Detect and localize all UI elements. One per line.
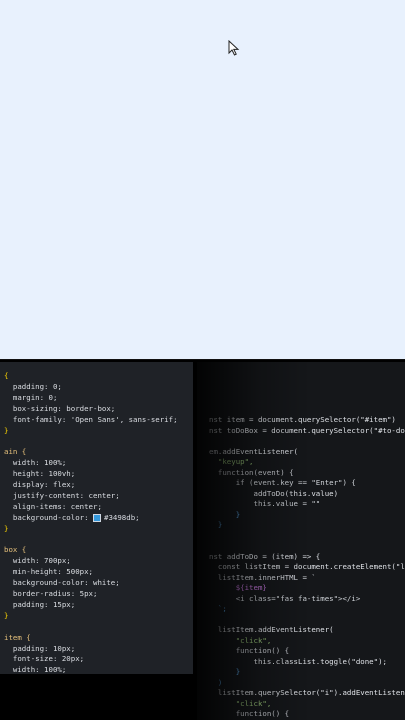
css-code-line: padding: 10px; [4, 644, 75, 654]
css-declaration: width: 100%; [4, 458, 67, 468]
css-selector: } [4, 523, 9, 533]
js-code-line: } [209, 509, 241, 519]
css-code-line: display: flex; [4, 480, 75, 490]
browser-preview-area[interactable] [0, 0, 405, 360]
css-code-line: { [4, 371, 8, 381]
css-declaration: padding: 0; [4, 381, 62, 391]
js-code-line: } [209, 667, 241, 676]
css-code-line: font-size: 20px; [4, 654, 84, 664]
js-code-line: this.value = "" [209, 499, 321, 508]
css-editor-panel[interactable]: { padding: 0; margin: 0; box-sizing: bor… [0, 362, 193, 674]
css-declaration: border-radius: 5px; [4, 589, 98, 598]
css-color-value: #3498db; [104, 512, 140, 522]
css-declaration: padding: 15px; [4, 599, 76, 609]
css-declaration: font-family: 'Open Sans', sans-serif; [4, 414, 178, 424]
css-code-line: padding: 15px; [4, 600, 75, 610]
js-code-line: } [209, 520, 223, 529]
css-selector: } [4, 610, 9, 620]
js-code-line: nst addToDo = (item) => { [209, 551, 321, 561]
css-declaration: width: 100%; [4, 665, 67, 674]
css-code-line: } [4, 524, 8, 534]
js-code-line: "keyup", [209, 457, 254, 466]
css-declaration: min-height: 500px; [4, 567, 93, 577]
js-code-line: nst item = document.querySelector("#item… [209, 415, 396, 424]
js-code-line: em.addEventListener( [209, 446, 298, 456]
js-code-line: function() { [209, 709, 290, 718]
css-declaration: background-color: [4, 512, 93, 522]
css-declaration: font-size: 20px; [4, 654, 85, 664]
js-code-line: listItem.addEventListener( [209, 625, 334, 634]
css-code-line: background-color: #3498db; [4, 513, 140, 523]
css-code-line: height: 100vh; [4, 469, 75, 479]
css-selector: { [4, 371, 9, 380]
js-code-line: function() { [209, 646, 290, 655]
js-code-line: listItem.querySelector("i").addEventList… [209, 688, 405, 697]
js-code-line: "click", [209, 698, 272, 708]
css-code-line: ain { [4, 447, 26, 457]
js-code-line: ) [209, 677, 223, 687]
css-code-line: width: 100%; [4, 665, 66, 674]
css-code-line: width: 100%; [4, 458, 66, 468]
css-code-line: font-family: 'Open Sans', sans-serif; [4, 415, 178, 425]
css-code-line: padding: 0; [4, 382, 62, 392]
css-code-line: margin: 0; [4, 392, 58, 403]
js-code-line: listItem.innerHTML = ` [209, 572, 316, 582]
css-declaration: margin: 0; [4, 392, 58, 402]
css-code-line: box-sizing: border-box; [4, 404, 115, 414]
css-declaration: background-color: white; [4, 578, 120, 588]
js-code-line: "click", [209, 635, 272, 645]
js-code-line: function(event) { [209, 467, 294, 477]
css-selector: box { [4, 545, 27, 555]
js-code-line: const listItem = document.createElement(… [209, 562, 405, 571]
css-declaration: width: 700px; [4, 556, 71, 566]
js-code-line: nst toDoBox = document.querySelector("#t… [209, 425, 405, 435]
css-declaration: display: flex; [4, 480, 76, 489]
editor-gap [0, 674, 197, 720]
css-code-line: border-radius: 5px; [4, 589, 98, 599]
css-code-line: min-height: 500px; [4, 567, 93, 577]
js-code-line: this.classList.toggle("done"); [209, 656, 387, 666]
js-code-line: addToDo(this.value) [209, 488, 339, 498]
css-selector: ain { [4, 447, 27, 457]
css-code-line: } [4, 611, 8, 621]
css-selector: item { [4, 632, 31, 642]
css-declaration: height: 100vh; [4, 469, 76, 479]
js-code-line: `; [209, 604, 227, 613]
js-editor-panel[interactable]: nst item = document.querySelector("#item… [197, 362, 405, 720]
css-declaration: box-sizing: border-box; [4, 403, 116, 413]
js-code-line: ${item} [209, 583, 267, 592]
mouse-pointer-icon [228, 40, 240, 56]
js-code-line: <i class="fas fa-times"></i> [209, 593, 361, 603]
css-code-line: background-color: white; [4, 578, 120, 588]
css-declaration: padding: 10px; [4, 643, 76, 653]
color-swatch-icon[interactable] [93, 513, 101, 522]
js-code-line: if (event.key == "Enter") { [209, 478, 356, 487]
css-selector: } [4, 425, 9, 435]
css-code-line: width: 700px; [4, 556, 71, 566]
css-code-line: box { [4, 545, 26, 555]
css-code-line: align-items: center; [4, 502, 102, 512]
css-code-line: justify-content: center; [4, 491, 120, 501]
css-declaration: align-items: center; [4, 501, 102, 511]
css-declaration: justify-content: center; [4, 490, 120, 500]
css-code-line: item { [4, 633, 31, 643]
css-code-line: } [4, 426, 8, 436]
